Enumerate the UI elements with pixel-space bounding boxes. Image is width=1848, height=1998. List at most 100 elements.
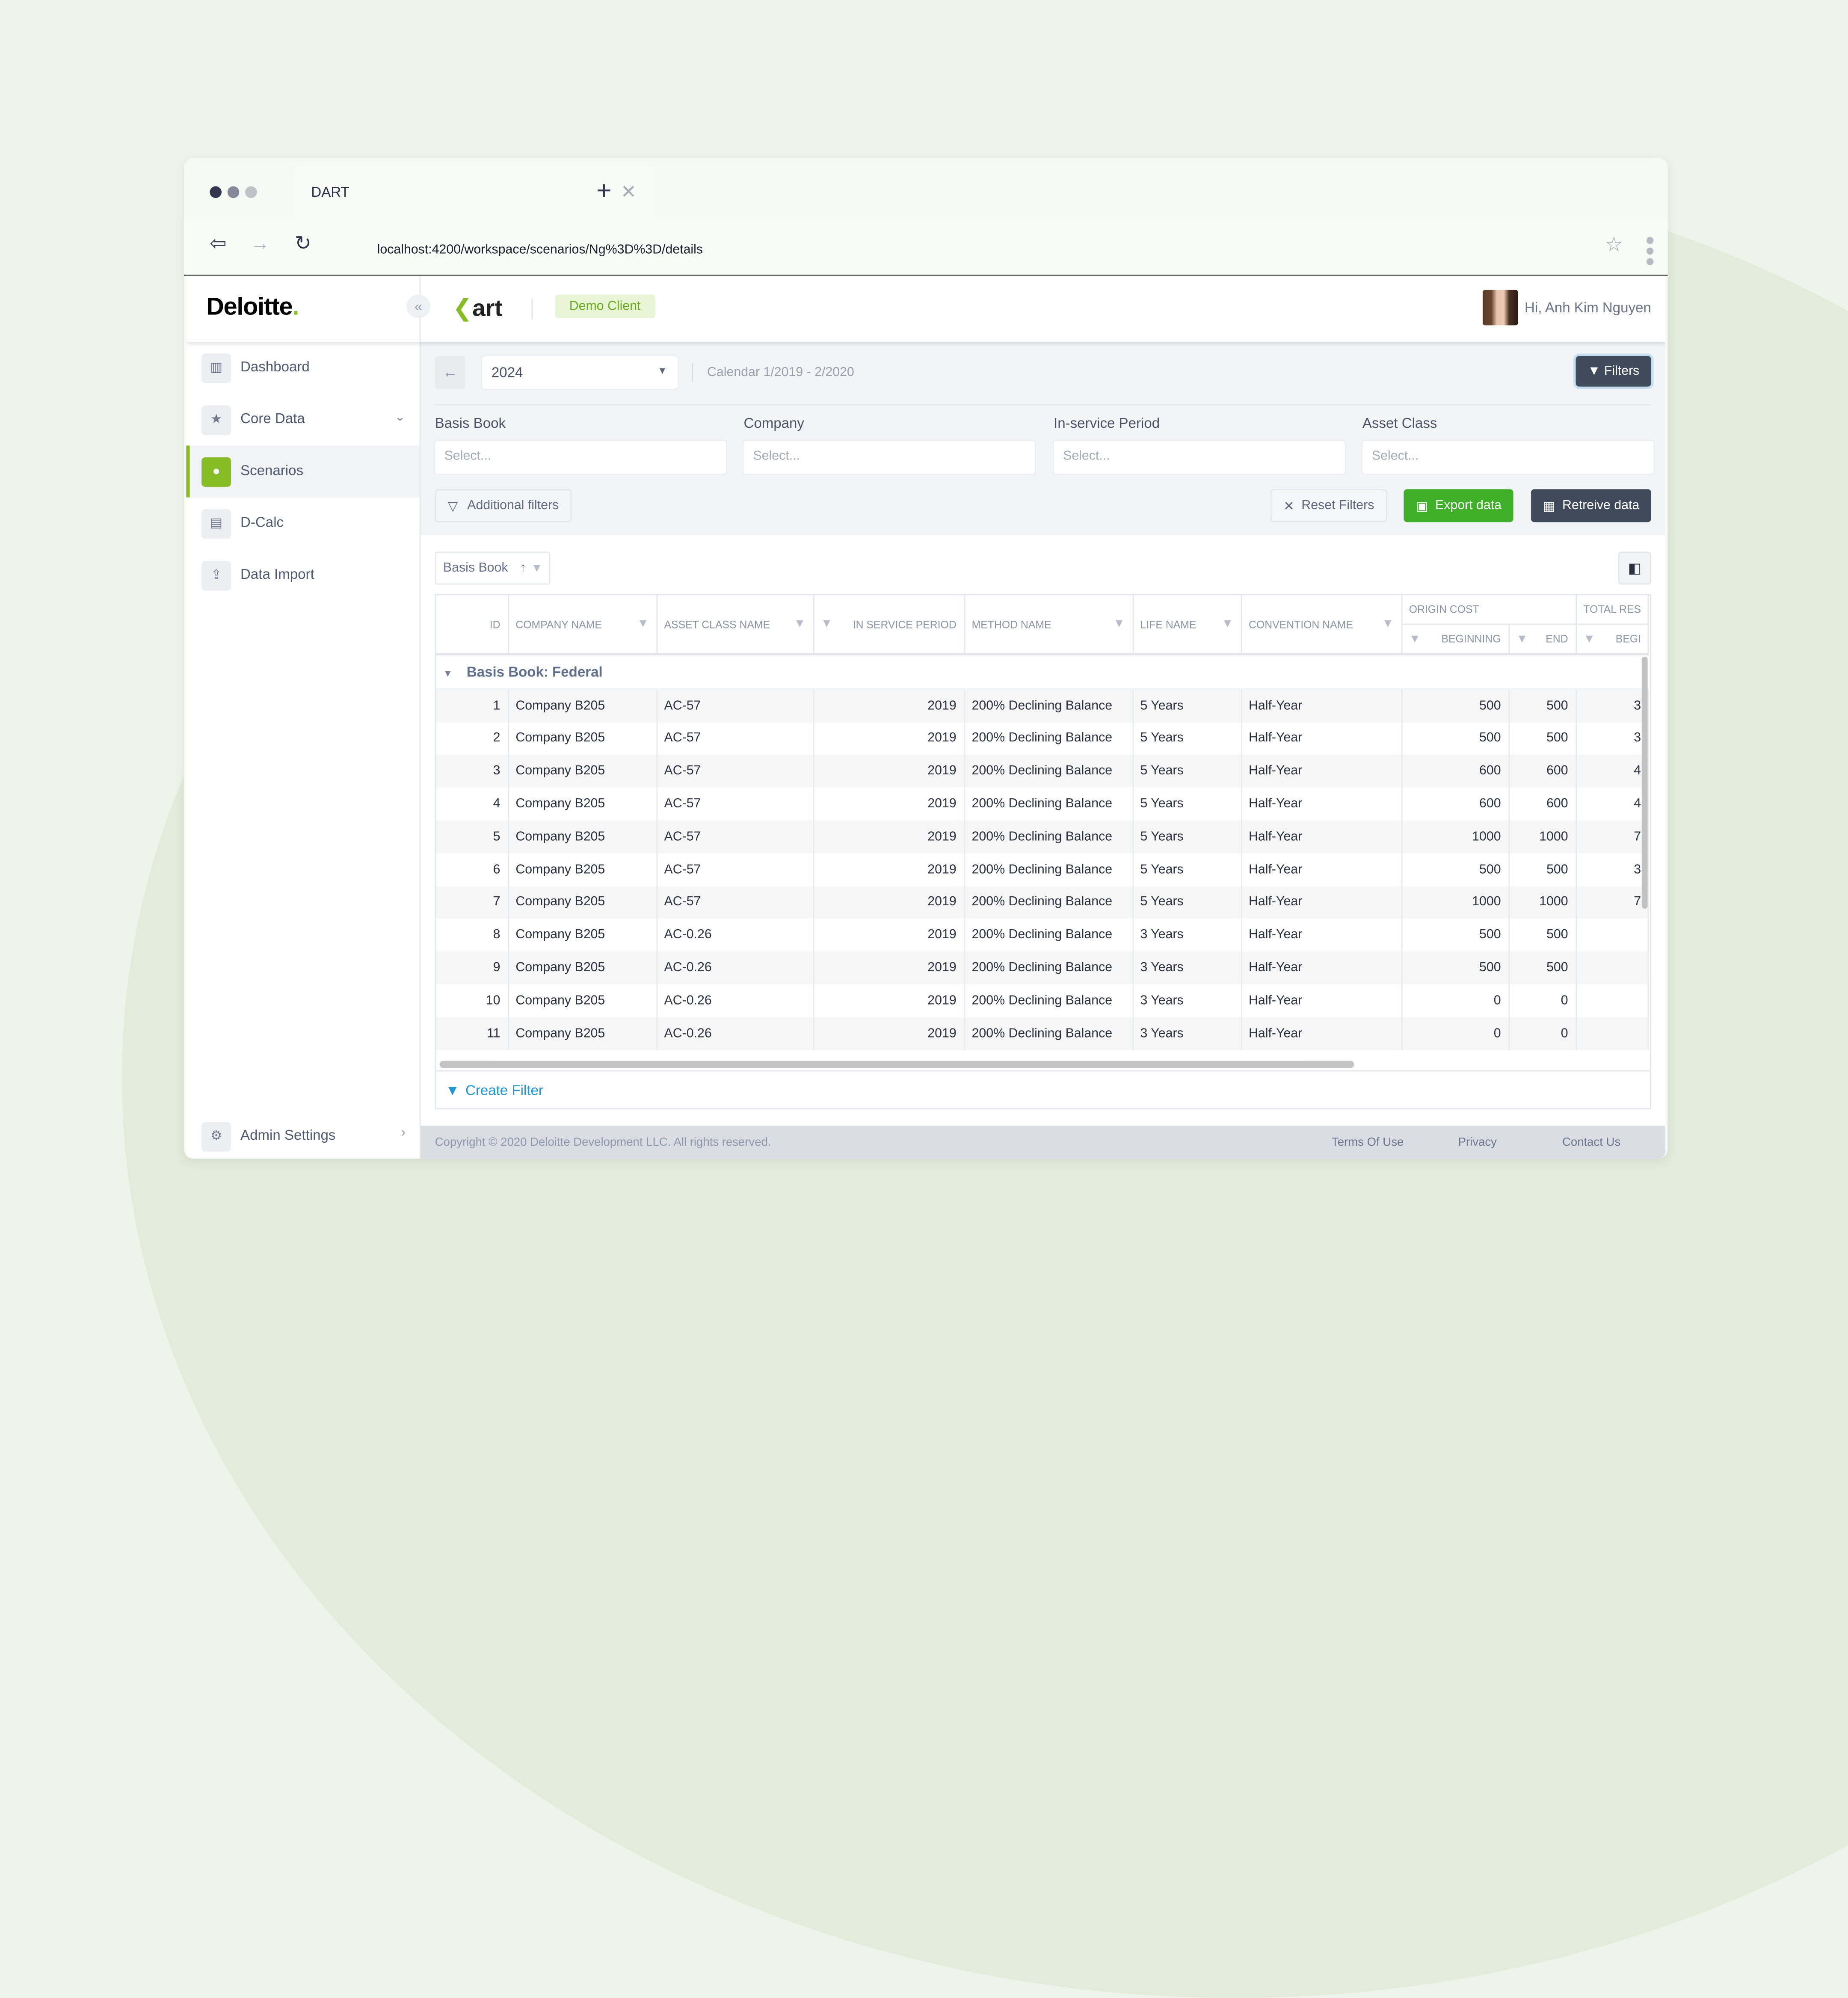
- cell-id: 4: [436, 787, 509, 821]
- column-header-life-name[interactable]: Life Name ▼: [1132, 595, 1242, 655]
- back-button[interactable]: ←: [435, 356, 466, 389]
- column-header-id[interactable]: ID: [436, 595, 509, 655]
- filter-label: Company: [743, 415, 804, 432]
- cell-asset-class: AC-57: [656, 755, 814, 788]
- cell-tr: 3: [1576, 722, 1650, 755]
- table-row[interactable]: 6 Company B205 AC-57 2019 200% Declining Bal…: [436, 853, 1650, 886]
- window-close-dot[interactable]: [210, 186, 222, 198]
- sidebar-item-core-data[interactable]: ★ Core Data ⌄: [186, 394, 420, 445]
- close-icon[interactable]: ✕: [621, 181, 637, 204]
- client-badge[interactable]: Demo Client: [555, 294, 655, 318]
- header-label: Method Name: [971, 618, 1051, 630]
- horizontal-scrollbar[interactable]: [439, 1061, 1354, 1068]
- reset-filters-button[interactable]: ✕ Reset Filters: [1270, 489, 1387, 522]
- sidebar-item-data-import[interactable]: ⇪ Data Import: [186, 549, 420, 601]
- cell-end: 500: [1508, 919, 1576, 952]
- column-header-total-res-beginning[interactable]: ▼ Begi: [1576, 624, 1650, 655]
- group-row[interactable]: ▼ Basis Book: Federal: [436, 654, 1649, 690]
- chevron-right-icon[interactable]: ›: [401, 1126, 406, 1140]
- asset-class-select[interactable]: Select...: [1362, 441, 1654, 474]
- table-row[interactable]: 11 Company B205 AC-0.26 2019 200% Declining …: [436, 1017, 1650, 1050]
- column-header-method-name[interactable]: Method Name ▼: [964, 595, 1134, 655]
- cell-company: Company B205: [508, 951, 657, 984]
- privacy-link[interactable]: Privacy: [1458, 1136, 1497, 1149]
- star-icon[interactable]: ☆: [1605, 234, 1623, 257]
- table-row[interactable]: 9 Company B205 AC-0.26 2019 200% Declining B…: [436, 951, 1650, 984]
- year-select[interactable]: 2024 ▼: [482, 356, 678, 389]
- cell-end: 1000: [1508, 820, 1576, 854]
- sidebar-item-scenarios[interactable]: ● Scenarios: [186, 445, 420, 498]
- cell-beg: 500: [1401, 688, 1509, 722]
- vertical-scrollbar[interactable]: [1641, 656, 1648, 909]
- table-row[interactable]: 2 Company B205 AC-57 2019 200% Declining Bal…: [436, 722, 1650, 755]
- filter-icon[interactable]: ▼: [1583, 632, 1595, 645]
- column-chooser-button[interactable]: ◧: [1618, 551, 1651, 585]
- cell-convention: Half-Year: [1241, 820, 1402, 854]
- table-row[interactable]: 4 Company B205 AC-57 2019 200% Declining Bal…: [436, 787, 1650, 821]
- filter-icon[interactable]: ▼: [1113, 618, 1125, 631]
- company-select[interactable]: Select...: [743, 441, 1035, 474]
- cell-asset-class: AC-57: [656, 688, 814, 722]
- column-header-asset-class-name[interactable]: Asset Class Name ▼: [656, 595, 814, 655]
- cell-company: Company B205: [508, 787, 657, 821]
- additional-filters-button[interactable]: ▽ Additional filters: [435, 489, 572, 522]
- basis-book-select[interactable]: Select...: [435, 441, 726, 474]
- url-input[interactable]: localhost:4200/workspace/scenarios/Ng%3D…: [377, 243, 703, 257]
- kebab-menu-icon[interactable]: [1646, 237, 1654, 265]
- user-menu[interactable]: Hi, Anh Kim Nguyen: [1482, 290, 1651, 326]
- cell-tr: 7: [1576, 820, 1650, 854]
- company-filter: Company Select...: [743, 415, 1035, 474]
- table-row[interactable]: 5 Company B205 AC-57 2019 200% Declining Bal…: [436, 820, 1650, 854]
- filter-icon[interactable]: ▼: [821, 618, 832, 631]
- in-service-period-select[interactable]: Select...: [1054, 441, 1345, 474]
- cell-method: 200% Declining Balance: [964, 886, 1134, 919]
- cell-in-service: 2019: [813, 787, 965, 821]
- sort-ascending-icon[interactable]: ↑: [520, 561, 526, 575]
- window-maximize-dot[interactable]: [245, 186, 257, 198]
- filter-icon[interactable]: ▼: [1222, 618, 1233, 631]
- retrieve-data-button[interactable]: ▦ Retreive data: [1531, 489, 1651, 522]
- group-by-chip[interactable]: Basis Book ↑ ▼: [435, 551, 551, 585]
- filters-button[interactable]: ▼ Filters: [1576, 356, 1651, 387]
- filter-icon[interactable]: ▼: [1516, 632, 1528, 645]
- cell-convention: Half-Year: [1241, 853, 1402, 886]
- sidebar-item-dashboard[interactable]: ▥ Dashboard: [186, 342, 420, 394]
- placeholder: Select...: [1063, 449, 1110, 463]
- filter-icon[interactable]: ▼: [1382, 618, 1394, 631]
- filter-icon[interactable]: ▼: [637, 618, 649, 631]
- table-row[interactable]: 8 Company B205 AC-0.26 2019 200% Declining B…: [436, 919, 1650, 952]
- filter-icon[interactable]: ▼: [531, 562, 542, 575]
- table-row[interactable]: 1 Company B205 AC-57 2019 200% Declining Bal…: [436, 688, 1650, 722]
- terms-of-use-link[interactable]: Terms Of Use: [1332, 1136, 1404, 1149]
- sidebar-item-d-calc[interactable]: ▤ D-Calc: [186, 498, 420, 549]
- create-filter-link[interactable]: ▼ Create Filter: [435, 1071, 1651, 1109]
- calculator-icon: ▤: [201, 509, 231, 539]
- contact-us-link[interactable]: Contact Us: [1562, 1136, 1620, 1149]
- forward-arrow-icon[interactable]: →: [250, 234, 270, 254]
- sidebar-item-admin-settings[interactable]: ⚙ Admin Settings ›: [186, 1110, 420, 1159]
- column-header-convention-name[interactable]: Convention Name ▼: [1241, 595, 1402, 655]
- reload-icon[interactable]: ↻: [295, 234, 311, 254]
- filter-icon[interactable]: ▼: [794, 618, 806, 631]
- table-row[interactable]: 10 Company B205 AC-0.26 2019 200% Declining …: [436, 984, 1650, 1017]
- window-minimize-dot[interactable]: [227, 186, 240, 198]
- cell-asset-class: AC-57: [656, 787, 814, 821]
- table-row[interactable]: 3 Company B205 AC-57 2019 200% Declining Bal…: [436, 755, 1650, 788]
- filter-icon[interactable]: ▼: [1409, 632, 1421, 645]
- cell-beg: 500: [1401, 951, 1509, 984]
- column-header-company-name[interactable]: Company Name ▼: [508, 595, 657, 655]
- header-label: Beginning: [1441, 633, 1501, 645]
- column-header-origin-end[interactable]: ▼ End: [1508, 624, 1576, 655]
- chevron-down-icon[interactable]: ⌄: [394, 409, 405, 424]
- back-arrow-icon[interactable]: ⇦: [210, 234, 226, 254]
- data-grid: ID Company Name ▼ Asset Class Name ▼ ▼ In S…: [435, 594, 1651, 1072]
- cell-convention: Half-Year: [1241, 984, 1402, 1017]
- plus-icon[interactable]: +: [596, 178, 611, 204]
- table-row[interactable]: 7 Company B205 AC-57 2019 200% Declining Bal…: [436, 886, 1650, 919]
- caret-down-icon[interactable]: ▼: [443, 668, 453, 679]
- export-data-button[interactable]: ▣ Export data: [1404, 489, 1513, 522]
- column-header-in-service-period[interactable]: ▼ In Service Period: [813, 595, 965, 655]
- collapse-sidebar-button[interactable]: «: [406, 294, 430, 318]
- column-header-origin-beginning[interactable]: ▼ Beginning: [1401, 624, 1509, 655]
- cell-id: 3: [436, 755, 509, 788]
